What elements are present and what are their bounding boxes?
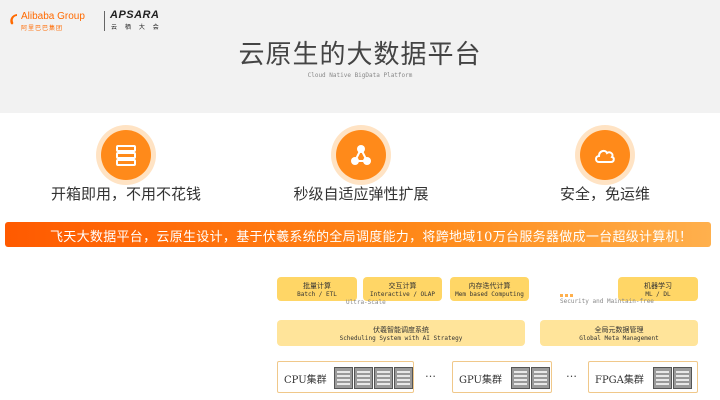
cluster-label: FPGA集群 bbox=[595, 375, 644, 386]
arch-box-en: Batch / ETL bbox=[297, 291, 337, 298]
server-rack-group bbox=[334, 367, 414, 389]
decorative-dots bbox=[560, 294, 574, 297]
feature-icon-1 bbox=[101, 130, 151, 180]
server-icon bbox=[531, 367, 550, 389]
arch-box-memory: 内存迭代计算 Mem based Computing bbox=[450, 277, 529, 301]
cloud-icon bbox=[595, 149, 615, 163]
server-icon bbox=[511, 367, 530, 389]
arch-box-en: Mem based Computing bbox=[455, 291, 524, 298]
arch-box-cn: 机器学习 bbox=[644, 282, 672, 290]
arch-box-interactive: 交互计算 Interactive / OLAP bbox=[363, 277, 442, 301]
alibaba-group-logo: Alibaba Group 阿里巴巴集团 bbox=[8, 11, 104, 33]
page-subtitle: Cloud Native BigData Platform bbox=[307, 72, 413, 79]
global-meta-box: 全局元数据管理 Global Meta Management bbox=[540, 320, 698, 346]
cpu-cluster: CPU集群 bbox=[277, 361, 414, 393]
arch-box-cn: 批量计算 bbox=[303, 282, 331, 290]
server-icon bbox=[354, 367, 373, 389]
server-icon bbox=[334, 367, 353, 389]
arch-box-cn: 交互计算 bbox=[388, 282, 417, 290]
feature-label-3: 安全，免运维 bbox=[559, 185, 650, 203]
apsara-logo-cn: 云 栖 大 会 bbox=[111, 24, 162, 31]
cluster-label: GPU集群 bbox=[459, 375, 502, 386]
alibaba-logo-text: Alibaba Group bbox=[21, 11, 85, 22]
feature-icon-3 bbox=[580, 130, 630, 180]
arch-box-batch: 批量计算 Batch / ETL bbox=[277, 277, 357, 301]
fpga-cluster: FPGA集群 bbox=[588, 361, 698, 393]
alibaba-logo-cn: 阿里巴巴集团 bbox=[21, 25, 64, 32]
server-rack-group bbox=[653, 367, 693, 389]
cluster-ellipsis: … bbox=[425, 367, 436, 380]
server-icon bbox=[673, 367, 692, 389]
arch-box-en: Scheduling System with AI Strategy bbox=[339, 335, 463, 342]
gpu-cluster: GPU集群 bbox=[452, 361, 552, 393]
arch-box-en: ML / DL bbox=[645, 291, 671, 298]
server-icon bbox=[374, 367, 393, 389]
server-stack-icon bbox=[116, 145, 136, 166]
logo-divider bbox=[104, 11, 105, 31]
arch-box-cn: 伏羲智能调度系统 bbox=[373, 326, 429, 334]
arch-box-cn: 全局元数据管理 bbox=[594, 326, 644, 334]
banner: 飞天大数据平台，云原生设计，基于伏羲系统的全局调度能力，将跨地域10万台服务器做… bbox=[5, 222, 711, 247]
arch-box-en: Interactive / OLAP bbox=[369, 291, 436, 298]
server-rack-group bbox=[511, 367, 551, 389]
ultra-scale-label: Ultra-Scale bbox=[346, 299, 386, 306]
cluster-ellipsis: … bbox=[566, 367, 577, 380]
alibaba-mark-icon bbox=[10, 14, 17, 25]
page-title: 云原生的大数据平台 bbox=[238, 40, 482, 70]
share-nodes-icon bbox=[351, 145, 371, 165]
server-icon bbox=[394, 367, 413, 389]
feature-label-2: 秒级自适应弹性扩展 bbox=[293, 185, 429, 203]
apsara-logo-text: APSARA bbox=[110, 9, 160, 21]
feature-icon-2 bbox=[336, 130, 386, 180]
apsara-logo: APSARA 云 栖 大 会 bbox=[110, 9, 162, 33]
scheduling-system-box: 伏羲智能调度系统 Scheduling System with AI Strat… bbox=[277, 320, 525, 346]
cluster-label: CPU集群 bbox=[284, 375, 327, 386]
arch-box-cn: 内存迭代计算 bbox=[468, 282, 511, 290]
server-icon bbox=[653, 367, 672, 389]
banner-text: 飞天大数据平台，云原生设计，基于伏羲系统的全局调度能力，将跨地域10万台服务器做… bbox=[50, 230, 693, 245]
feature-label-1: 开箱即用，不用不花钱 bbox=[50, 185, 201, 203]
arch-box-en: Global Meta Management bbox=[579, 335, 659, 342]
security-label: Security and Maintain-free bbox=[560, 298, 654, 305]
